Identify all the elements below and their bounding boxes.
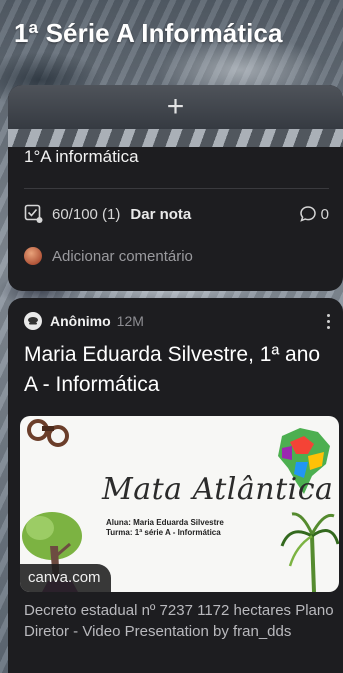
comment-count: 0	[320, 205, 329, 223]
background-strip	[8, 129, 343, 147]
handcuffs-illustration	[27, 419, 69, 447]
comment-icon	[299, 206, 316, 222]
preview-class: Turma: 1ª série A - Informática	[106, 528, 221, 537]
graded-task-icon	[24, 204, 43, 223]
comments-button[interactable]: 0	[299, 205, 329, 223]
post-timestamp: 12M	[116, 313, 144, 329]
assignment-title: 1°A informática	[24, 147, 139, 166]
post-author: Anônimo	[50, 313, 111, 329]
preview-student: Aluna: Maria Eduarda Silvestre	[106, 518, 224, 527]
assignment-card[interactable]: + 1°A informática 60/100 (1) Dar nota 0 …	[8, 85, 343, 291]
preview-heading: Mata Atlântica	[102, 472, 334, 507]
add-comment-field[interactable]: Adicionar comentário	[24, 245, 329, 267]
post-title: Maria Eduarda Silvestre, 1ª ano A - Info…	[24, 343, 321, 396]
score-text: 60/100 (1)	[52, 205, 121, 223]
divider	[24, 188, 329, 189]
add-comment-placeholder: Adicionar comentário	[52, 247, 193, 265]
link-description: Decreto estadual nº 7237 1172 hectares P…	[24, 602, 334, 640]
grade-button[interactable]: Dar nota	[130, 206, 191, 223]
post-header: Anônimo 12M	[24, 310, 333, 332]
palm-plant-illustration	[280, 512, 339, 592]
user-avatar	[24, 247, 42, 265]
plus-icon: +	[166, 90, 185, 123]
add-post-button[interactable]: +	[8, 85, 343, 129]
more-options-icon[interactable]	[323, 312, 333, 330]
assignment-stats: 60/100 (1) Dar nota 0	[24, 203, 329, 225]
link-preview[interactable]: Mata Atlântica Aluna: Maria Eduarda Silv…	[20, 416, 339, 592]
page-title: 1ª Série A Informática	[14, 18, 283, 48]
anonymous-avatar-icon	[24, 312, 42, 330]
post-card[interactable]: Anônimo 12M Maria Eduarda Silvestre, 1ª …	[8, 298, 343, 673]
source-domain-badge: canva.com	[20, 564, 111, 592]
preview-meta: Aluna: Maria Eduarda Silvestre Turma: 1ª…	[106, 518, 224, 538]
